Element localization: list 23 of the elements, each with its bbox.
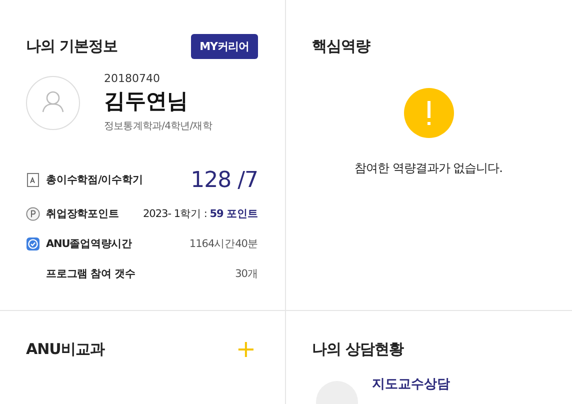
student-id: 20180740 <box>104 72 161 85</box>
stat-value: 1164시간40분 <box>189 237 258 251</box>
stat-value: 128 /7 <box>190 168 258 192</box>
avatar-icon <box>26 76 80 130</box>
department-text: 정보통계학과/4학년/재학 <box>104 120 212 133</box>
my-career-button[interactable]: MY커리어 <box>190 34 258 58</box>
stat-label: 총이수학점/이수학기 <box>46 173 143 187</box>
section-title: 핵심역량 <box>312 36 370 56</box>
student-name: 김두연님 <box>104 88 189 115</box>
check-icon <box>26 237 40 251</box>
section-title: ANU비교과 <box>26 340 104 358</box>
coin-icon <box>26 207 40 221</box>
section-title: 나의 상담현황 <box>312 340 404 358</box>
stat-label: ANU졸업역량시간 <box>46 237 132 251</box>
stat-value: 30개 <box>235 267 258 281</box>
stat-value: 2023- 1학기 : 59 포인트 <box>142 207 258 221</box>
stat-label: 프로그램 참여 갯수 <box>46 267 136 281</box>
document-icon <box>26 173 40 187</box>
stat-label: 취업장학포인트 <box>46 207 119 221</box>
section-title: 나의 기본정보 <box>26 36 118 56</box>
warning-icon <box>404 88 454 138</box>
empty-message: 참여한 역량결과가 없습니다. <box>354 160 502 177</box>
counseling-title[interactable]: 지도교수상담 <box>372 373 450 404</box>
